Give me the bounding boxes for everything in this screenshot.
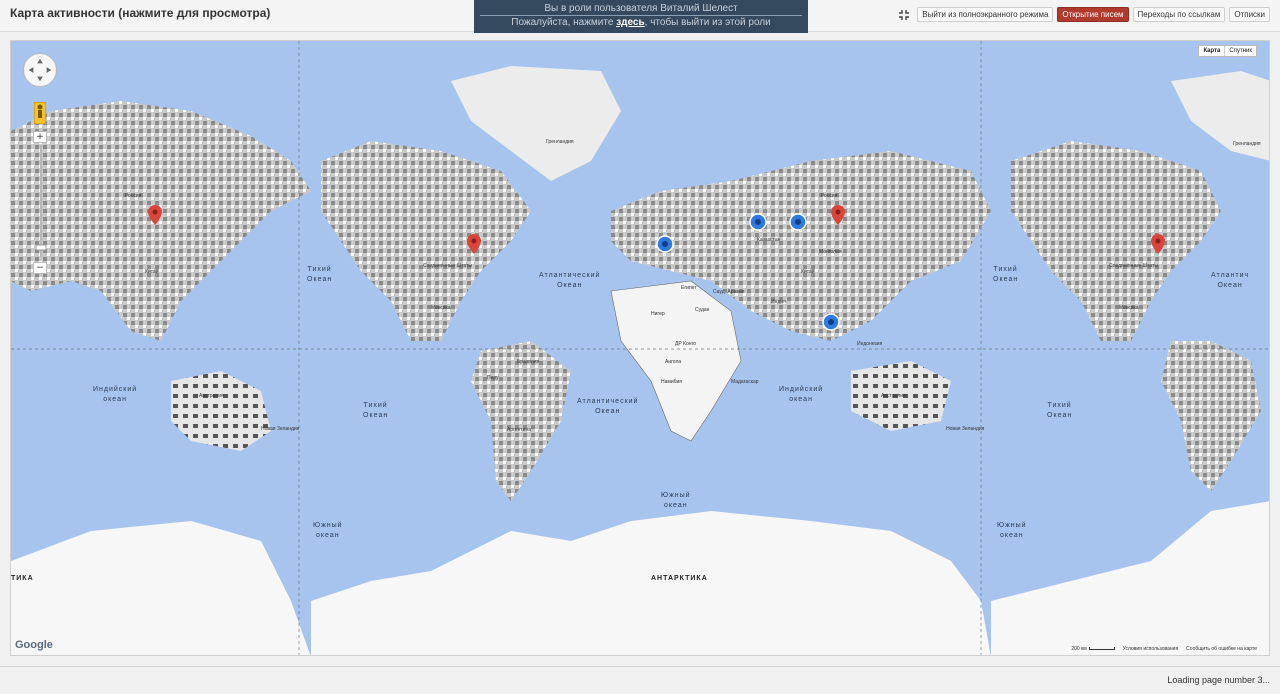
label-peru: Перу	[487, 375, 499, 381]
blue-marker-icon[interactable]	[749, 213, 767, 231]
label-china: Китай	[801, 269, 815, 275]
label-antarctica-left: ТИКА	[11, 575, 34, 582]
label-sudan: Судан	[695, 307, 710, 313]
street-view-pegman-icon[interactable]	[34, 102, 46, 124]
blue-marker-icon[interactable]	[656, 235, 674, 253]
label-china-left: Китай	[145, 269, 159, 275]
label-atlantic-north: Атлантический Океан	[539, 272, 601, 289]
label-usa: Соединённые Штаты	[423, 263, 472, 269]
impersonation-banner: Вы в роли пользователя Виталий Шелест По…	[474, 0, 808, 33]
tab-link-clicks[interactable]: Переходы по ссылкам	[1132, 7, 1226, 22]
label-indian-center: Индийский океан	[779, 386, 824, 403]
tab-unsubscribes[interactable]: Отписки	[1229, 7, 1270, 22]
red-marker-icon[interactable]	[148, 205, 162, 225]
scale-bar: 200 км	[1071, 646, 1115, 652]
app-window: Карта активности (нажмите для просмотра)…	[0, 0, 1280, 694]
label-pacific-left: Тихий Океан	[307, 266, 333, 283]
label-atlantic-south: Атлантический Океан	[577, 398, 639, 415]
label-russia-left: Россия	[125, 193, 142, 199]
label-indian-left: Индийский океан	[93, 386, 138, 403]
label-mexico-right: Мексика	[1119, 305, 1139, 311]
map-type-satellite-button[interactable]: Спутник	[1225, 46, 1256, 56]
label-southern-right: Южный океан	[997, 522, 1027, 539]
map-type-control: Карта Спутник	[1198, 45, 1257, 57]
blue-marker-icon[interactable]	[789, 213, 807, 231]
label-mongolia: Монголия	[819, 249, 842, 255]
loading-status: Loading page number 3...	[1167, 675, 1270, 685]
zoom-slider[interactable]	[36, 145, 46, 257]
exit-role-text: Пожалуйста, нажмите здесь, чтобы выйти и…	[474, 17, 808, 28]
blue-marker-icon[interactable]	[822, 313, 840, 331]
google-logo: Google	[15, 639, 53, 651]
label-angola: Ангола	[665, 359, 682, 365]
terms-link[interactable]: Условия использования	[1123, 646, 1179, 652]
status-bar: Loading page number 3...	[0, 666, 1280, 694]
label-brazil: Бразилия	[517, 359, 540, 365]
label-russia: Россия	[821, 193, 838, 199]
exit-fullscreen-icon[interactable]	[897, 8, 911, 22]
page-title[interactable]: Карта активности (нажмите для просмотра)	[10, 6, 270, 20]
zoom-in-button[interactable]: +	[33, 131, 47, 143]
label-australia-left: Австралия	[199, 393, 224, 399]
label-pacific-south-left: Тихий Океан	[363, 402, 389, 419]
label-india: Индия	[771, 299, 786, 305]
label-pacific-south-right: Тихий Океан	[1047, 402, 1073, 419]
label-usa-right: Соединённые Штаты	[1109, 263, 1158, 269]
impersonation-text: Вы в роли пользователя Виталий Шелест	[544, 3, 738, 14]
zoom-out-button[interactable]: −	[33, 262, 47, 274]
label-argentina: Аргентина	[507, 427, 531, 433]
label-namibia: Намибия	[661, 379, 682, 385]
exit-fullscreen-button[interactable]: Выйти из полноэкранного режима	[917, 7, 1054, 22]
label-antarctica: АНТАРКТИКА	[651, 575, 708, 582]
red-marker-icon[interactable]	[1151, 234, 1165, 254]
activity-map[interactable]: Тихий Океан Атлантический Океан Тихий Ок…	[10, 40, 1270, 656]
header-bar: Карта активности (нажмите для просмотра)…	[0, 0, 1280, 33]
label-madagascar: Мадагаскар	[731, 379, 759, 385]
red-marker-icon[interactable]	[467, 234, 481, 254]
map-type-map-button[interactable]: Карта	[1199, 46, 1226, 56]
toolbar: Выйти из полноэкранного режима Открытие …	[897, 7, 1270, 22]
label-australia-center: Австралия	[881, 393, 906, 399]
label-pacific-right: Тихий Океан	[993, 266, 1019, 283]
tab-opened-letters[interactable]: Открытие писем	[1057, 7, 1129, 22]
label-nz-right: Новая Зеландия	[946, 426, 985, 432]
red-marker-icon[interactable]	[831, 205, 845, 225]
exit-role-prefix: Пожалуйста, нажмите	[511, 17, 617, 28]
banner-divider	[480, 15, 802, 16]
label-nz-left: Новая Зеландия	[261, 426, 300, 432]
label-greenland: Гренландия	[546, 139, 574, 145]
exit-role-suffix: , чтобы выйти из этой роли	[644, 17, 771, 28]
label-atlantic-north-right: Атлантич Океан	[1211, 272, 1250, 289]
map-canvas[interactable]	[11, 41, 1270, 656]
label-drc: ДР Конго	[675, 341, 697, 347]
label-mexico: Мексика	[431, 305, 451, 311]
label-greenland-right: Гренландия	[1233, 141, 1261, 147]
label-niger: Нигер	[651, 311, 665, 317]
label-indonesia: Индонезия	[857, 341, 883, 347]
label-egypt: Египет	[681, 285, 697, 291]
label-kazakhstan: Казахстан	[757, 237, 781, 243]
report-error-link[interactable]: Сообщить об ошибке на карте	[1186, 646, 1257, 652]
label-southern-left: Южный океан	[313, 522, 343, 539]
map-footer: 200 км Условия использования Сообщить об…	[1071, 646, 1257, 652]
label-southern-center: Южный океан	[661, 492, 691, 509]
label-saudi-arabia: Сауд. Аравия	[713, 289, 745, 295]
pan-control-icon[interactable]	[23, 53, 57, 87]
exit-role-link[interactable]: здесь	[616, 17, 644, 28]
